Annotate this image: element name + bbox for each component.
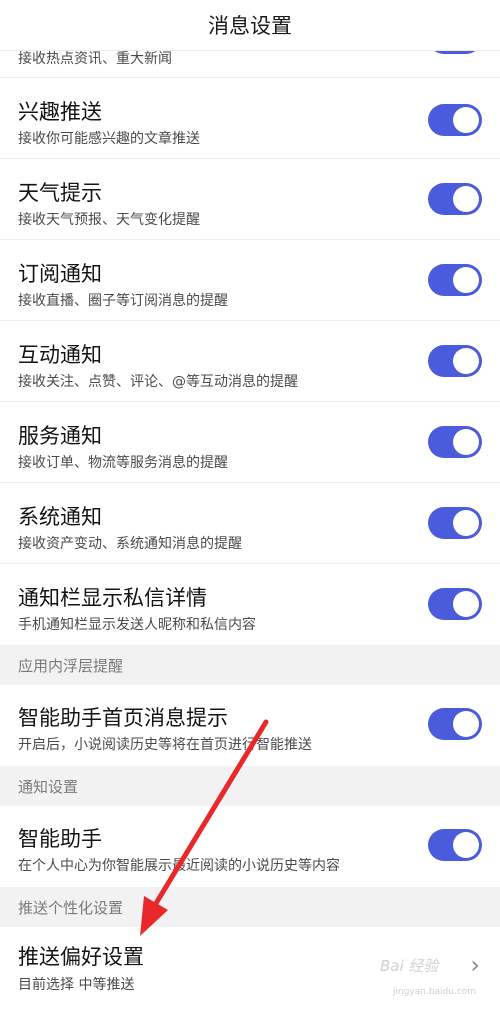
assistant-home-toggle[interactable]: [428, 708, 482, 740]
toggle-knob: [453, 186, 479, 212]
subscription-subtitle: 接收直播、圈子等订阅消息的提醒: [18, 293, 228, 309]
interaction-title: 互动通知: [18, 343, 102, 367]
list-item-system[interactable]: 系统通知 接收资产变动、系统通知消息的提醒: [0, 483, 500, 564]
subscription-toggle[interactable]: [428, 264, 482, 296]
nav-header: 消息设置: [0, 0, 500, 51]
private-message-title: 通知栏显示私信详情: [18, 586, 207, 610]
push-preference-title: 推送偏好设置: [18, 945, 144, 969]
hot-news-subtitle: 接收热点资讯、重大新闻: [18, 51, 172, 67]
watermark-logo: Bai 经验: [380, 957, 439, 975]
list-item-interaction[interactable]: 互动通知 接收关注、点赞、评论、@等互动消息的提醒: [0, 321, 500, 402]
section-header-notify: 通知设置: [0, 766, 500, 806]
list-item-subscription[interactable]: 订阅通知 接收直播、圈子等订阅消息的提醒: [0, 240, 500, 321]
interest-push-subtitle: 接收你可能感兴趣的文章推送: [18, 131, 200, 147]
assistant-title: 智能助手: [18, 827, 102, 851]
list-item-interest-push[interactable]: 兴趣推送 接收你可能感兴趣的文章推送: [0, 78, 500, 159]
interaction-subtitle: 接收关注、点赞、评论、@等互动消息的提醒: [18, 374, 298, 390]
service-subtitle: 接收订单、物流等服务消息的提醒: [18, 455, 228, 471]
list-item-private-message[interactable]: 通知栏显示私信详情 手机通知栏显示发送人昵称和私信内容: [0, 564, 500, 645]
system-title: 系统通知: [18, 505, 102, 529]
list-item-assistant-home[interactable]: 智能助手首页消息提示 开启后，小说阅读历史等将在首页进行智能推送: [0, 685, 500, 766]
section-header-overlay: 应用内浮层提醒: [0, 645, 500, 685]
toggle-knob: [453, 107, 479, 133]
toggle-knob: [453, 591, 479, 617]
toggle-knob: [453, 429, 479, 455]
toggle-knob: [453, 348, 479, 374]
assistant-subtitle: 在个人中心为你智能展示最近阅读的小说历史等内容: [18, 858, 340, 874]
toggle-knob: [453, 711, 479, 737]
section-label-notify: 通知设置: [18, 778, 79, 796]
section-label-overlay: 应用内浮层提醒: [18, 657, 124, 675]
private-message-subtitle: 手机通知栏显示发送人昵称和私信内容: [18, 617, 256, 633]
weather-subtitle: 接收天气预报、天气变化提醒: [18, 212, 200, 228]
interest-push-title: 兴趣推送: [18, 100, 102, 124]
list-item-service[interactable]: 服务通知 接收订单、物流等服务消息的提醒: [0, 402, 500, 483]
assistant-home-title: 智能助手首页消息提示: [18, 706, 228, 730]
section-label-push-personal: 推送个性化设置: [18, 899, 124, 917]
weather-title: 天气提示: [18, 181, 102, 205]
interaction-toggle[interactable]: [428, 345, 482, 377]
page-title: 消息设置: [208, 14, 292, 38]
service-toggle[interactable]: [428, 426, 482, 458]
toggle-knob: [453, 832, 479, 858]
watermark-url: jingyan.baidu.com: [393, 987, 477, 997]
list-item-assistant[interactable]: 智能助手 在个人中心为你智能展示最近阅读的小说历史等内容: [0, 806, 500, 887]
system-toggle[interactable]: [428, 507, 482, 539]
chevron-right-icon: ›: [470, 951, 480, 979]
list-item-weather[interactable]: 天气提示 接收天气预报、天气变化提醒: [0, 159, 500, 240]
assistant-home-subtitle: 开启后，小说阅读历史等将在首页进行智能推送: [18, 737, 312, 753]
private-message-toggle[interactable]: [428, 588, 482, 620]
push-preference-subtitle: 目前选择 中等推送: [18, 977, 135, 993]
interest-push-toggle[interactable]: [428, 104, 482, 136]
toggle-knob: [453, 510, 479, 536]
assistant-toggle[interactable]: [428, 829, 482, 861]
system-subtitle: 接收资产变动、系统通知消息的提醒: [18, 536, 242, 552]
section-header-push-personal: 推送个性化设置: [0, 887, 500, 927]
toggle-knob: [453, 267, 479, 293]
subscription-title: 订阅通知: [18, 262, 102, 286]
service-title: 服务通知: [18, 424, 102, 448]
weather-toggle[interactable]: [428, 183, 482, 215]
